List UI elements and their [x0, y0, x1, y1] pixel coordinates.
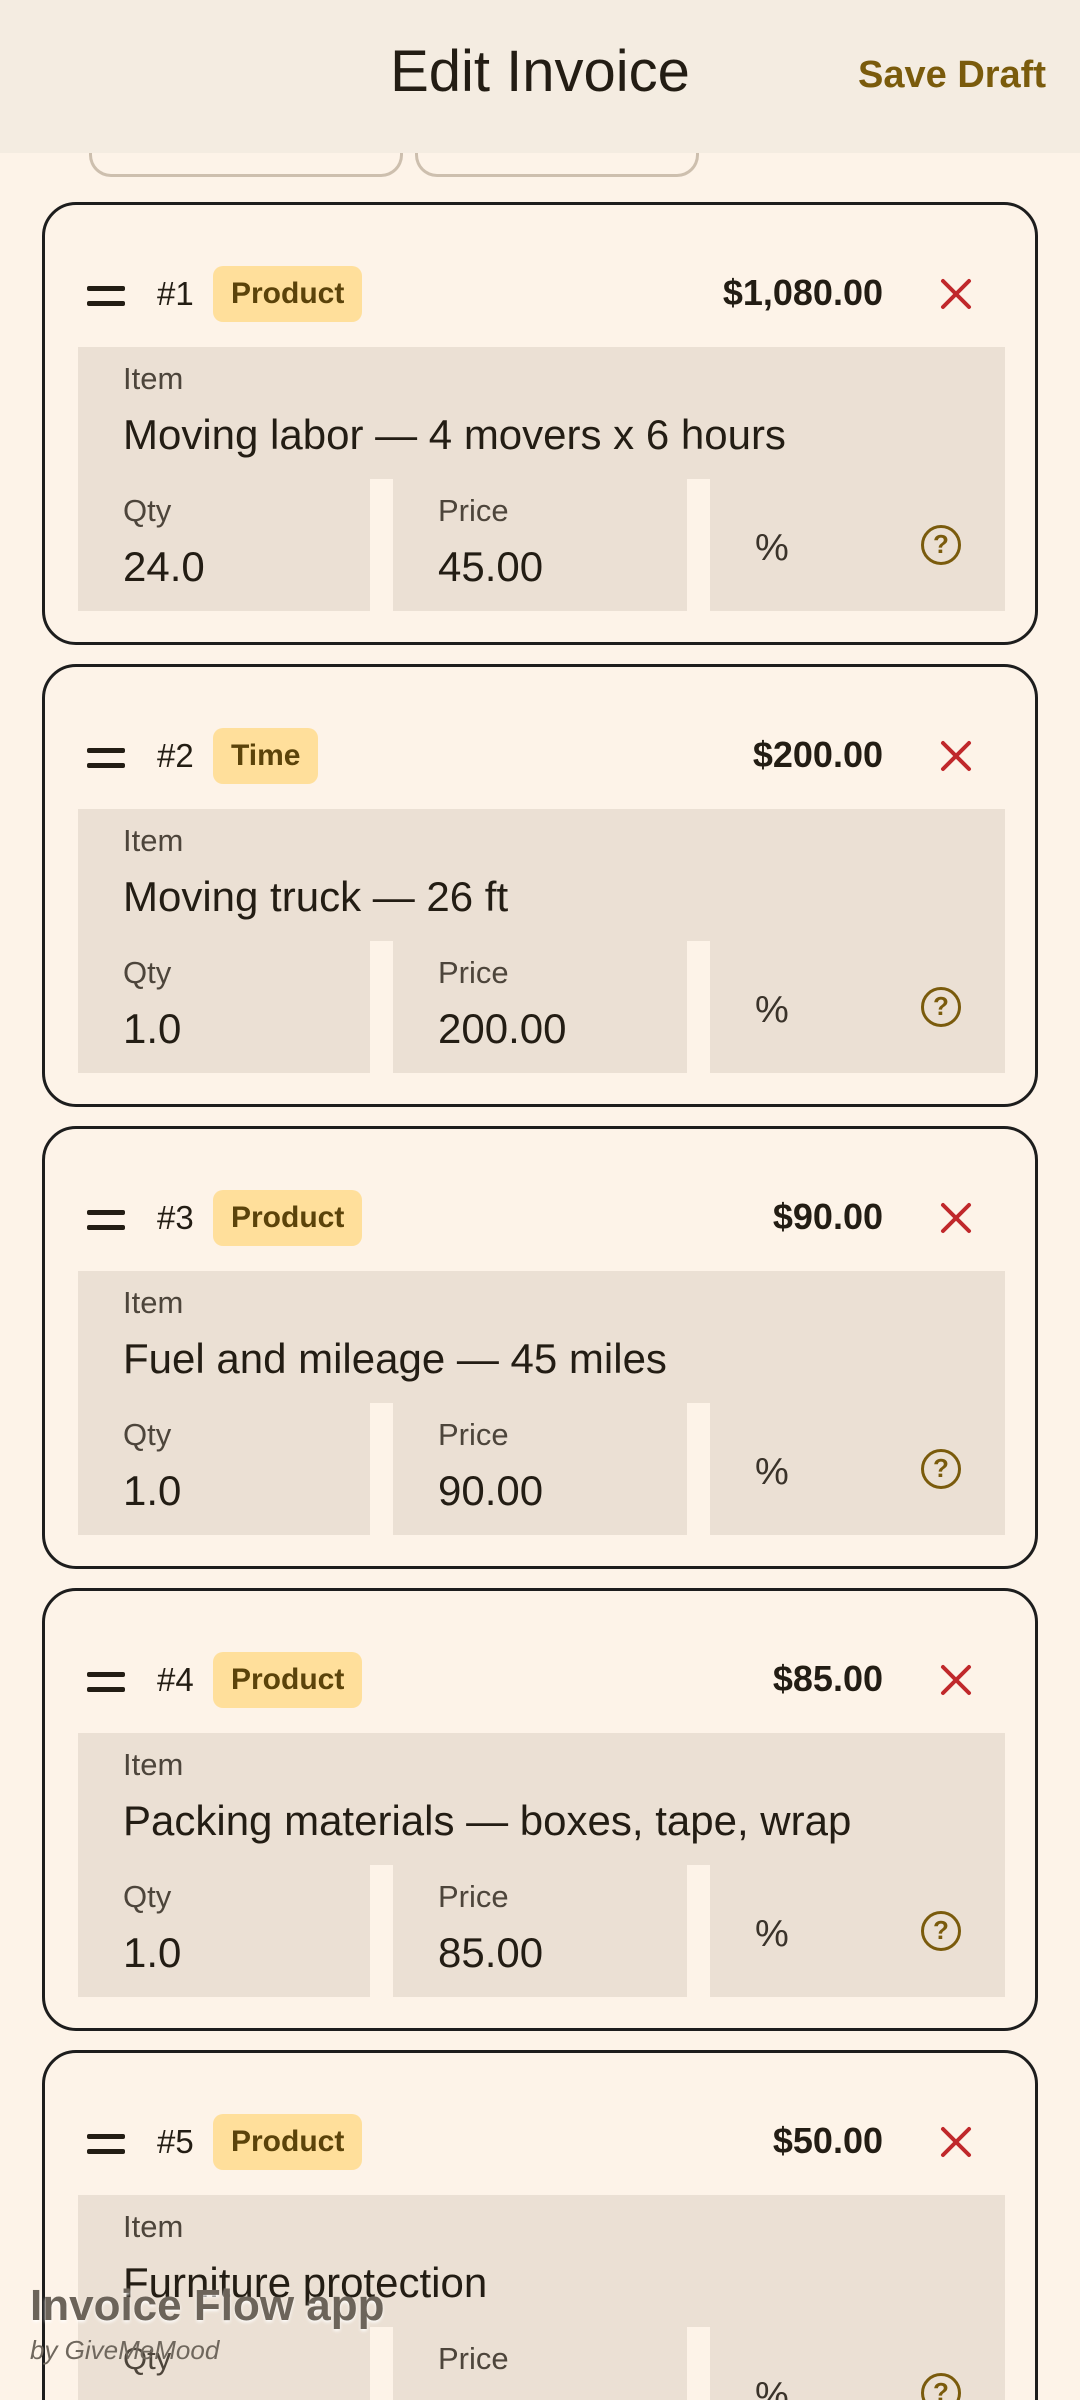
item-field-value: Moving labor — 4 movers x 6 hours: [123, 411, 786, 458]
item-field-value: Packing materials — boxes, tape, wrap: [123, 1797, 852, 1844]
item-field-label: Item: [123, 1285, 184, 1320]
price-field-label: Price: [438, 1417, 509, 1452]
quantity-field[interactable]: Qty 1.0: [78, 1403, 370, 1535]
close-icon[interactable]: [939, 739, 973, 773]
item-field-value: Moving truck — 26 ft: [123, 873, 509, 920]
save-draft-button[interactable]: Save Draft: [858, 54, 1046, 97]
help-circle-icon[interactable]: ?: [921, 1911, 961, 1951]
price-field[interactable]: Price 200.00: [393, 941, 687, 1073]
price-field-label: Price: [438, 493, 509, 528]
line-item-total: $1,080.00: [722, 272, 883, 313]
help-circle-icon[interactable]: ?: [921, 525, 961, 565]
line-item-total: $90.00: [772, 1196, 883, 1237]
price-field[interactable]: Price 50.00: [393, 2327, 687, 2400]
drag-handle-icon[interactable]: [87, 1210, 125, 1230]
price-field-value: 45.00: [438, 543, 544, 590]
price-field-label: Price: [438, 1879, 509, 1914]
discount-percent-symbol: %: [755, 1913, 789, 1955]
qty-field-label: Qty: [123, 955, 172, 990]
price-field-label: Price: [438, 2341, 509, 2376]
quantity-field[interactable]: Qty 1.0: [78, 1865, 370, 1997]
line-item-card[interactable]: #4 Product $85.00 Item Packing materials…: [42, 1588, 1038, 2031]
item-field-value: Fuel and mileage — 45 miles: [123, 1335, 667, 1382]
discount-percent-symbol: %: [755, 2375, 789, 2400]
price-field-value: 90.00: [438, 1467, 544, 1514]
invoice-editor-screen: Edit Invoice Save Draft #1 Product $1,08…: [0, 0, 1080, 2400]
item-field-label: Item: [123, 2209, 184, 2244]
watermark-subtitle: by GiveMeMood: [30, 2335, 220, 2365]
drag-handle-icon[interactable]: [87, 2134, 125, 2154]
discount-percent-symbol: %: [755, 527, 789, 569]
qty-field-value: 1.0: [123, 2391, 181, 2400]
watermark-title: Invoice Flow app: [30, 2281, 385, 2330]
top-app-bar: Edit Invoice Save Draft: [0, 0, 1080, 153]
item-description-field[interactable]: Item Moving labor — 4 movers x 6 hours: [78, 347, 1005, 479]
line-item-card[interactable]: #2 Time $200.00 Item Moving truck — 26 f…: [42, 664, 1038, 1107]
qty-field-label: Qty: [123, 493, 172, 528]
help-circle-icon[interactable]: ?: [921, 2373, 961, 2400]
quantity-field[interactable]: Qty 1.0: [78, 941, 370, 1073]
close-icon[interactable]: [939, 1663, 973, 1697]
discount-field[interactable]: % ?: [710, 1403, 1005, 1535]
price-field[interactable]: Price 85.00: [393, 1865, 687, 1997]
item-field-label: Item: [123, 823, 184, 858]
discount-field[interactable]: % ?: [710, 941, 1005, 1073]
price-field-label: Price: [438, 955, 509, 990]
close-icon[interactable]: [939, 1201, 973, 1235]
price-field-value: 200.00: [438, 1005, 567, 1052]
drag-handle-icon[interactable]: [87, 748, 125, 768]
price-field-value: 85.00: [438, 1929, 544, 1976]
discount-field[interactable]: % ?: [710, 1865, 1005, 1997]
line-item-type-badge: Product: [213, 1190, 363, 1246]
qty-field-value: 24.0: [123, 543, 205, 590]
item-description-field[interactable]: Item Moving truck — 26 ft: [78, 809, 1005, 941]
help-circle-icon[interactable]: ?: [921, 987, 961, 1027]
line-item-type-badge: Product: [213, 266, 363, 322]
qty-field-label: Qty: [123, 1417, 172, 1452]
close-icon[interactable]: [939, 277, 973, 311]
drag-handle-icon[interactable]: [87, 1672, 125, 1692]
line-item-number: #1: [157, 275, 194, 312]
line-item-total: $85.00: [772, 1658, 883, 1699]
line-item-card[interactable]: #1 Product $1,080.00 Item Moving labor —…: [42, 202, 1038, 645]
line-item-total: $200.00: [752, 734, 883, 775]
watermark: Invoice Flow app by GiveMeMood: [30, 2281, 385, 2366]
line-item-number: #4: [157, 1661, 194, 1698]
line-item-total: $50.00: [772, 2120, 883, 2161]
quantity-field[interactable]: Qty 24.0: [78, 479, 370, 611]
line-item-type-badge: Product: [213, 1652, 363, 1708]
price-field[interactable]: Price 90.00: [393, 1403, 687, 1535]
drag-handle-icon[interactable]: [87, 286, 125, 306]
item-description-field[interactable]: Item Packing materials — boxes, tape, wr…: [78, 1733, 1005, 1865]
close-icon[interactable]: [939, 2125, 973, 2159]
item-description-field[interactable]: Item Fuel and mileage — 45 miles: [78, 1271, 1005, 1403]
discount-percent-symbol: %: [755, 989, 789, 1031]
line-item-card[interactable]: #3 Product $90.00 Item Fuel and mileage …: [42, 1126, 1038, 1569]
line-item-number: #5: [157, 2123, 194, 2160]
line-item-type-badge: Product: [213, 2114, 363, 2170]
price-field-value: 50.00: [438, 2391, 543, 2400]
discount-field[interactable]: % ?: [710, 2327, 1005, 2400]
qty-field-label: Qty: [123, 1879, 172, 1914]
discount-percent-symbol: %: [755, 1451, 789, 1493]
item-field-label: Item: [123, 361, 184, 396]
line-item-type-badge: Time: [213, 728, 319, 784]
line-item-number: #3: [157, 1199, 194, 1236]
qty-field-value: 1.0: [123, 1467, 182, 1514]
discount-field[interactable]: % ?: [710, 479, 1005, 611]
qty-field-value: 1.0: [123, 1929, 182, 1976]
line-item-number: #2: [157, 737, 194, 774]
help-circle-icon[interactable]: ?: [921, 1449, 961, 1489]
item-field-label: Item: [123, 1747, 184, 1782]
price-field[interactable]: Price 45.00: [393, 479, 687, 611]
qty-field-value: 1.0: [123, 1005, 182, 1052]
